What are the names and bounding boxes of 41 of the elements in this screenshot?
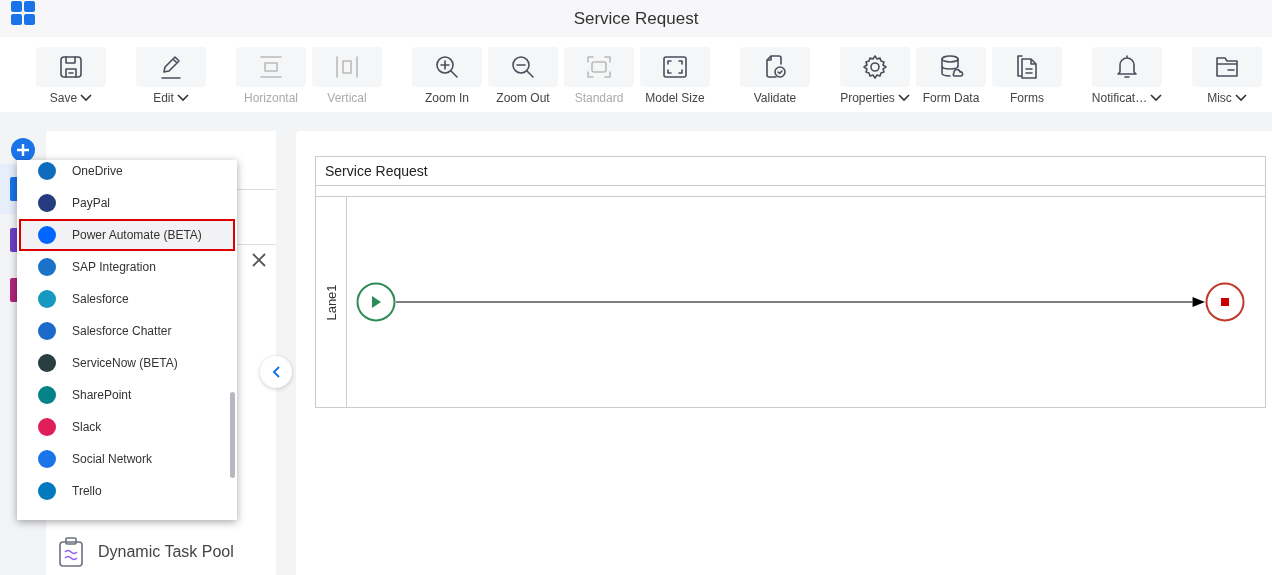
collapse-button[interactable] <box>260 356 292 388</box>
zoom-out-icon <box>510 54 536 80</box>
chevron-down-icon <box>176 94 189 102</box>
menu-item[interactable]: ServiceNow (BETA) <box>17 347 237 379</box>
menu-item[interactable]: Salesforce <box>17 283 237 315</box>
menu-item[interactable]: SharePoint <box>17 379 237 411</box>
documents-icon <box>1014 54 1040 80</box>
window-title: Service Request <box>573 8 699 29</box>
menu-item[interactable]: Trello <box>17 475 237 507</box>
zoom-in-icon <box>434 54 460 80</box>
start-event-icon[interactable] <box>356 282 396 322</box>
vertical-align-icon <box>334 54 360 80</box>
chevron-down-icon <box>80 94 93 102</box>
menu-item[interactable]: OneDrive <box>17 160 237 187</box>
bell-icon <box>1114 54 1140 80</box>
end-event-icon[interactable] <box>1205 282 1245 322</box>
pool-title: Service Request <box>325 163 428 179</box>
menu-item[interactable]: Slack <box>17 411 237 443</box>
menu-item[interactable]: PayPal <box>17 187 237 219</box>
expand-frame-icon <box>662 54 688 80</box>
settings-icon <box>862 54 888 80</box>
chevron-down-icon <box>1150 94 1163 102</box>
frame-icon <box>586 54 612 80</box>
folder-icon <box>1214 54 1240 80</box>
activity-item[interactable]: Dynamic Task Pool <box>58 537 276 567</box>
close-icon[interactable] <box>252 253 266 267</box>
database-icon <box>938 54 964 80</box>
chevron-down-icon <box>1234 94 1247 102</box>
scrollbar[interactable] <box>230 392 235 478</box>
lane-label: Lane1 <box>323 283 339 321</box>
menu-item[interactable]: Salesforce Chatter <box>17 315 237 347</box>
menu-item[interactable]: SAP Integration <box>17 251 237 283</box>
menu-item[interactable]: Power Automate (BETA) <box>19 219 235 251</box>
chevron-left-icon <box>272 366 280 378</box>
apps-grid-icon[interactable] <box>11 1 35 25</box>
chevron-down-icon <box>897 94 910 102</box>
pencil-icon <box>158 54 184 80</box>
horizontal-align-icon <box>258 54 284 80</box>
clipboard-icon <box>58 537 84 567</box>
add-icon[interactable] <box>11 138 35 162</box>
menu-item[interactable]: Social Network <box>17 443 237 475</box>
